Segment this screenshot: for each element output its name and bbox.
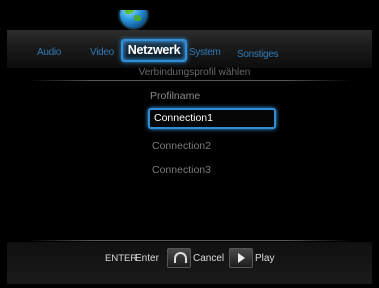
globe-icon <box>120 10 147 28</box>
profile-item-connection3[interactable]: Connection3 <box>148 162 276 179</box>
footer-divider <box>27 240 352 241</box>
profile-item-connection2[interactable]: Connection2 <box>148 138 276 155</box>
play-hint: Play <box>255 253 275 264</box>
headset-icon <box>174 252 187 263</box>
play-icon <box>238 253 245 263</box>
tab-system[interactable]: System <box>189 47 221 58</box>
cancel-button[interactable] <box>167 248 191 268</box>
divider <box>27 80 352 81</box>
tab-video[interactable]: Video <box>90 47 114 58</box>
tab-audio[interactable]: Audio <box>37 47 61 58</box>
play-button[interactable] <box>229 248 253 268</box>
profile-item-connection1[interactable]: Connection1 <box>148 108 276 129</box>
profile-name-label: Profilname <box>150 90 201 102</box>
enter-hint: Enter <box>135 253 159 264</box>
tab-network[interactable]: Netzwerk <box>121 39 187 62</box>
tab-other[interactable]: Sonstiges <box>237 49 279 60</box>
page-subtitle: Verbindungsprofil wählen <box>138 67 251 78</box>
cancel-hint: Cancel <box>193 253 225 264</box>
settings-screen: Audio Video Netzwerk System Sonstiges Ve… <box>7 10 372 284</box>
header-band <box>7 30 372 48</box>
enter-key-label: ENTER <box>105 253 138 264</box>
